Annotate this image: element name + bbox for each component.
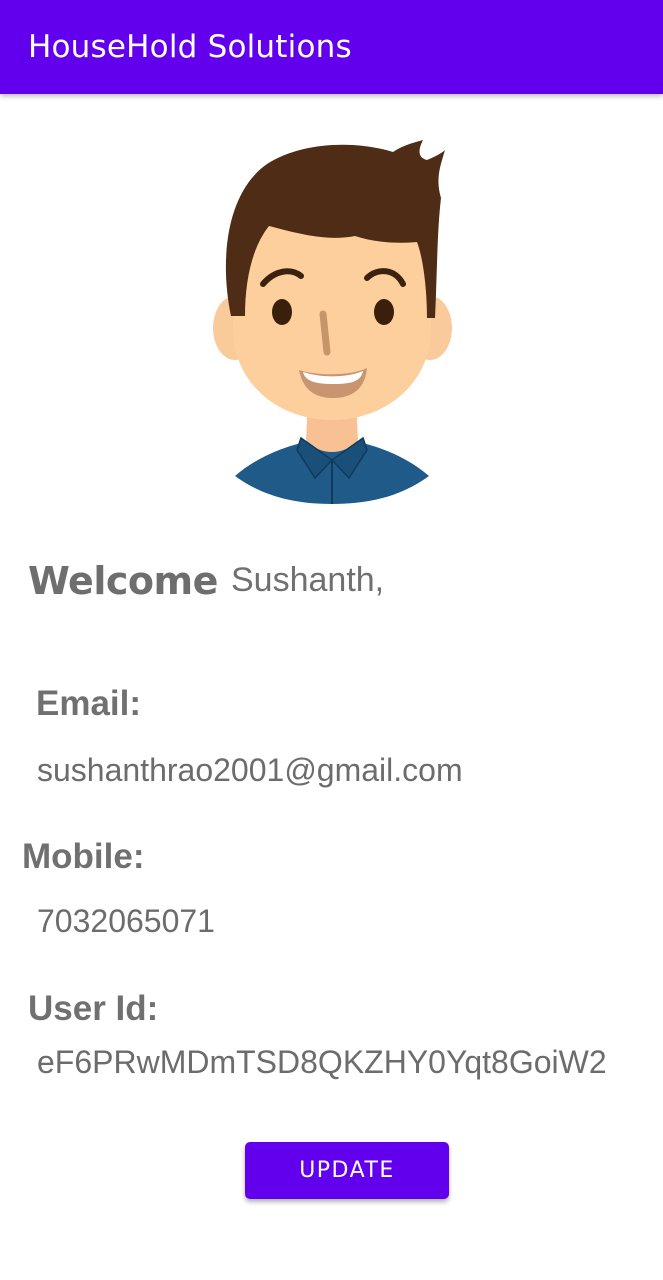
- user-name: Sushanth,: [231, 561, 385, 599]
- email-label: Email:: [36, 684, 142, 723]
- mobile-value: 7032065071: [37, 903, 215, 939]
- user-id-label: User Id:: [28, 989, 159, 1028]
- email-value: sushanthrao2001@gmail.com: [37, 752, 463, 788]
- app-title: HouseHold Solutions: [28, 29, 352, 65]
- mobile-label: Mobile:: [22, 837, 145, 876]
- welcome-label: Welcome: [28, 559, 218, 603]
- app-bar: HouseHold Solutions: [0, 0, 663, 94]
- update-button[interactable]: UPDATE: [245, 1142, 449, 1199]
- avatar-image: [213, 140, 452, 504]
- user-id-value: eF6PRwMDmTSD8QKZHY0Yqt8GoiW2: [37, 1044, 607, 1080]
